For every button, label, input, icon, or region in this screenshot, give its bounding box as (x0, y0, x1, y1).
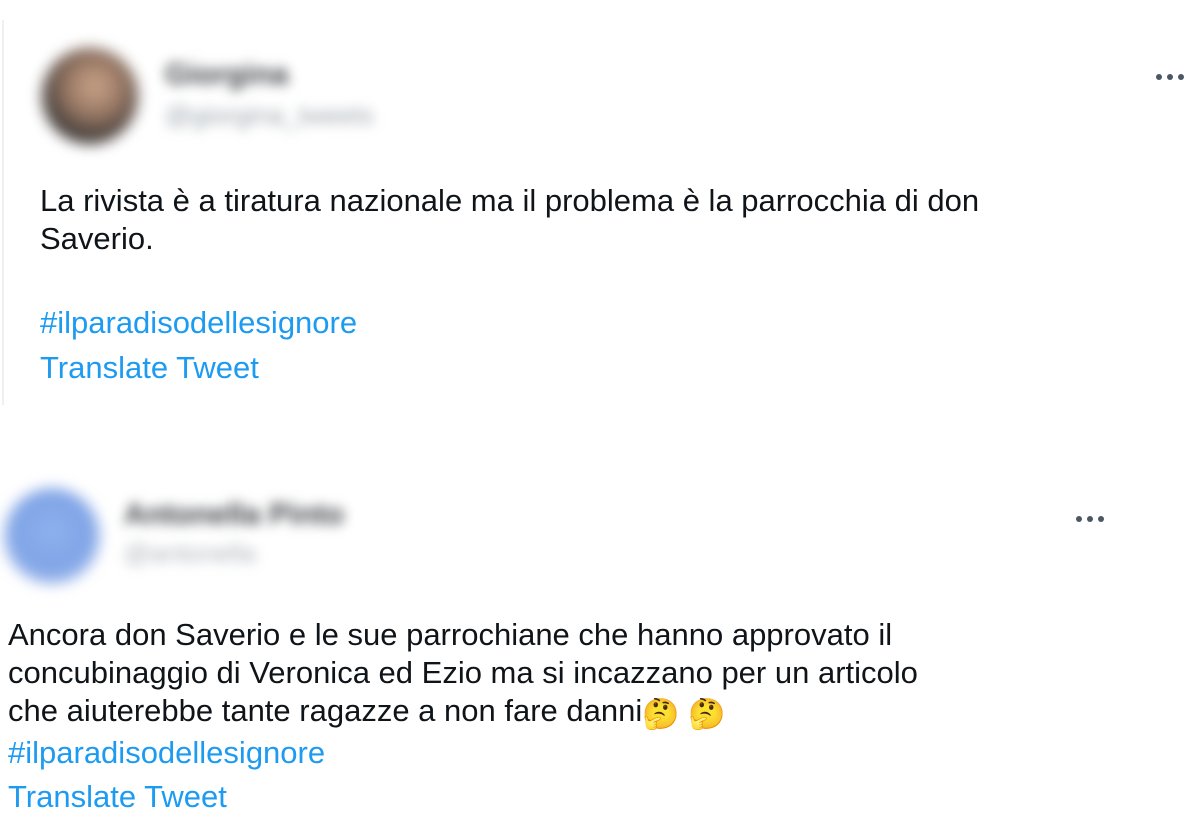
avatar[interactable] (42, 48, 138, 144)
hashtag-link[interactable]: #ilparadisodellesignore (8, 734, 325, 772)
more-options-icon[interactable] (1152, 70, 1188, 84)
dot (1156, 74, 1162, 80)
thinking-face-emoji: 🤔 (688, 698, 726, 731)
avatar[interactable] (4, 488, 100, 584)
author-handle[interactable]: @giorgina_tweets (165, 100, 374, 131)
tweet-text: La rivista è a tiratura nazionale ma il … (40, 183, 980, 256)
more-options-icon[interactable] (1072, 512, 1108, 526)
dot (1076, 516, 1082, 522)
author-handle[interactable]: @antonella (124, 538, 256, 569)
translate-tweet-link[interactable]: Translate Tweet (8, 778, 227, 816)
divider (2, 20, 4, 405)
dot (1178, 74, 1184, 80)
tweet-card: Giorgina @giorgina_tweets La rivista è a… (0, 0, 1200, 410)
author-name[interactable]: Antonella Pinto (124, 498, 344, 532)
tweet-card: Antonella Pinto @antonella Ancora don Sa… (0, 470, 1200, 828)
dot (1098, 516, 1104, 522)
tweet-text: Ancora don Saverio e le sue parrochiane … (8, 616, 1158, 730)
dot (1167, 74, 1173, 80)
hashtag-link[interactable]: #ilparadisodellesignore (40, 304, 357, 342)
thinking-face-emoji: 🤔 (642, 698, 680, 731)
tweet-text-body: Ancora don Saverio e le sue parrochiane … (8, 617, 918, 728)
dot (1087, 516, 1093, 522)
author-name[interactable]: Giorgina (165, 58, 288, 92)
translate-tweet-link[interactable]: Translate Tweet (40, 349, 259, 387)
